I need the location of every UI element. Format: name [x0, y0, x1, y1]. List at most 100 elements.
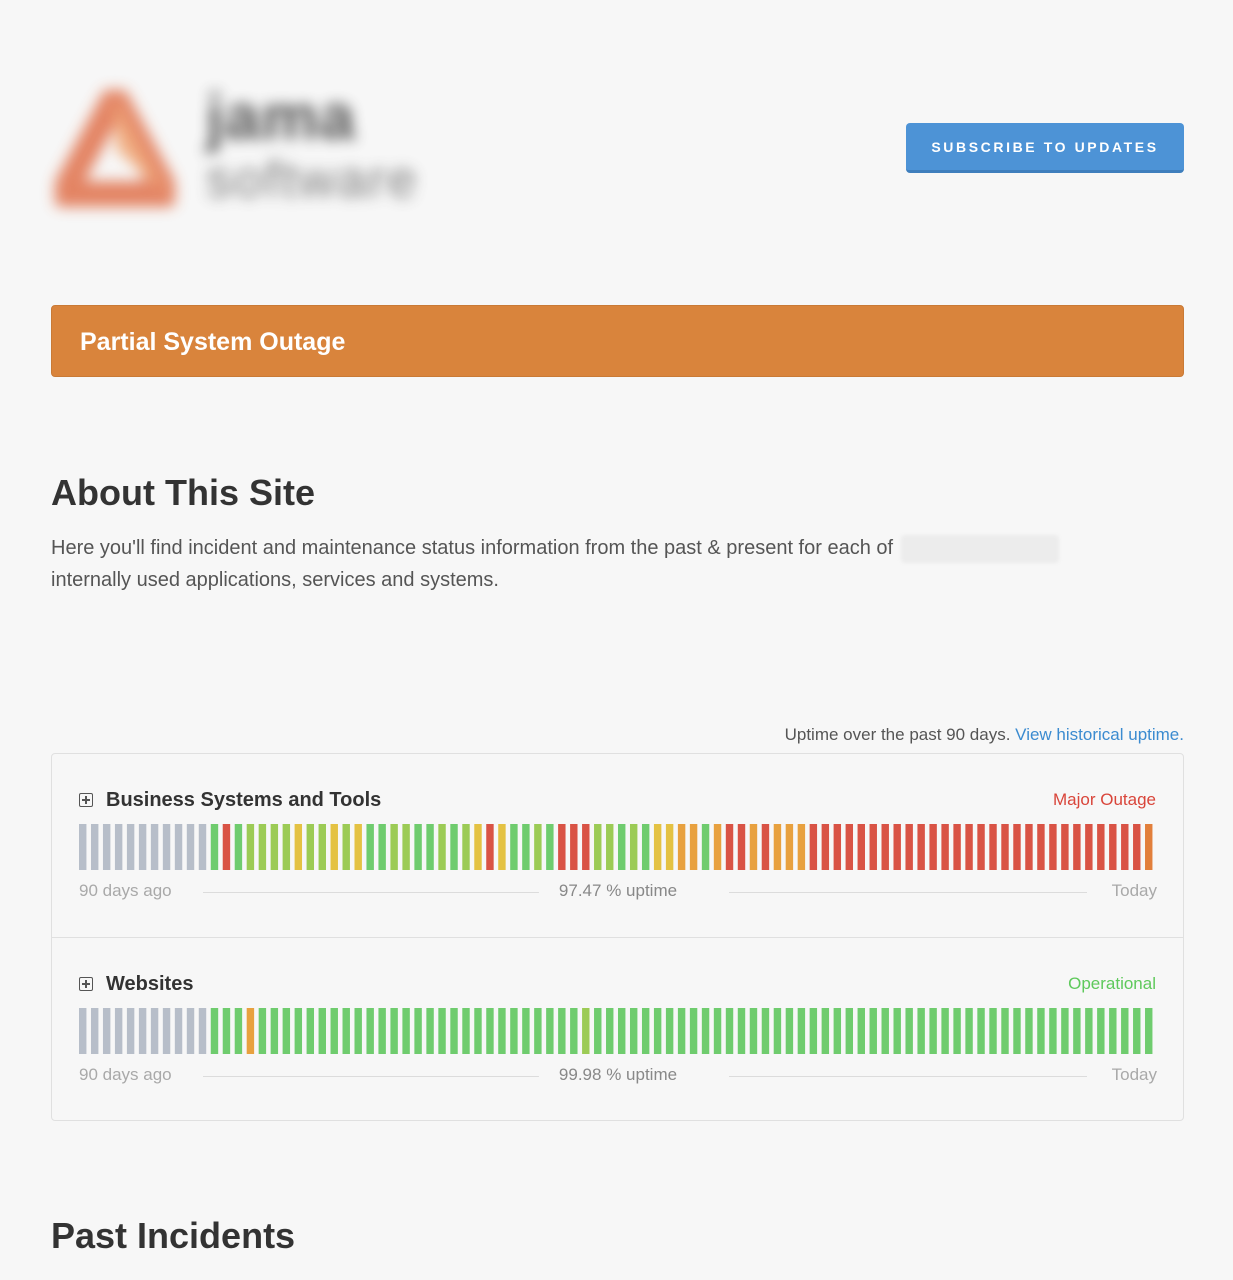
uptime-day-bar[interactable]: [1097, 1008, 1105, 1054]
uptime-day-bar[interactable]: [246, 1008, 255, 1054]
uptime-day-bar[interactable]: [1025, 1008, 1033, 1054]
uptime-day-bar[interactable]: [1013, 1008, 1021, 1054]
uptime-day-bar[interactable]: [270, 1008, 279, 1054]
uptime-day-bar[interactable]: [138, 824, 147, 870]
uptime-day-bar[interactable]: [797, 824, 806, 870]
uptime-day-bar[interactable]: [629, 1008, 638, 1054]
uptime-day-bar[interactable]: [210, 1008, 219, 1054]
uptime-day-bar[interactable]: [941, 824, 949, 870]
uptime-day-bar[interactable]: [546, 824, 554, 870]
uptime-day-bar[interactable]: [1049, 824, 1057, 870]
uptime-day-bar[interactable]: [977, 1008, 985, 1054]
uptime-day-bar[interactable]: [306, 824, 315, 870]
uptime-day-bar[interactable]: [258, 824, 267, 870]
uptime-day-bar[interactable]: [761, 1008, 770, 1054]
uptime-day-bar[interactable]: [677, 1008, 686, 1054]
uptime-day-bar[interactable]: [294, 824, 303, 870]
uptime-day-bar[interactable]: [522, 824, 530, 870]
uptime-day-bar[interactable]: [522, 1008, 530, 1054]
uptime-day-bar[interactable]: [905, 824, 913, 870]
uptime-day-bar[interactable]: [821, 1008, 830, 1054]
uptime-day-bar[interactable]: [701, 824, 710, 870]
subscribe-button[interactable]: SUBSCRIBE TO UPDATES: [906, 123, 1184, 173]
uptime-day-bar[interactable]: [114, 1008, 123, 1054]
uptime-day-bar[interactable]: [701, 1008, 710, 1054]
uptime-day-bar[interactable]: [869, 1008, 877, 1054]
uptime-day-bar[interactable]: [498, 1008, 506, 1054]
uptime-day-bar[interactable]: [905, 1008, 913, 1054]
uptime-day-bar[interactable]: [162, 824, 171, 870]
uptime-day-bar[interactable]: [426, 824, 434, 870]
uptime-day-bar[interactable]: [917, 1008, 925, 1054]
uptime-day-bar[interactable]: [1073, 1008, 1081, 1054]
uptime-day-bar[interactable]: [366, 1008, 374, 1054]
uptime-day-bar[interactable]: [546, 1008, 554, 1054]
uptime-day-bar[interactable]: [641, 824, 650, 870]
uptime-day-bar[interactable]: [414, 1008, 422, 1054]
uptime-day-bar[interactable]: [713, 1008, 722, 1054]
uptime-day-bar[interactable]: [977, 824, 985, 870]
uptime-day-bar[interactable]: [79, 824, 87, 870]
uptime-day-bar[interactable]: [534, 824, 542, 870]
uptime-day-bar[interactable]: [270, 824, 279, 870]
uptime-day-bar[interactable]: [1037, 1008, 1045, 1054]
uptime-day-bar[interactable]: [665, 824, 674, 870]
uptime-day-bar[interactable]: [665, 1008, 674, 1054]
uptime-day-bar[interactable]: [330, 1008, 338, 1054]
uptime-day-bar[interactable]: [1085, 1008, 1093, 1054]
uptime-day-bar[interactable]: [378, 1008, 386, 1054]
uptime-day-bar[interactable]: [618, 1008, 626, 1054]
uptime-day-bar[interactable]: [258, 1008, 267, 1054]
uptime-day-bar[interactable]: [390, 1008, 398, 1054]
uptime-day-bar[interactable]: [282, 824, 291, 870]
uptime-day-bar[interactable]: [354, 1008, 362, 1054]
uptime-day-bar[interactable]: [1013, 824, 1021, 870]
company-logo[interactable]: jama software: [51, 80, 511, 230]
uptime-day-bar[interactable]: [582, 824, 590, 870]
uptime-day-bar[interactable]: [737, 824, 746, 870]
uptime-day-bar[interactable]: [893, 824, 901, 870]
uptime-day-bar[interactable]: [713, 824, 722, 870]
uptime-day-bar[interactable]: [486, 824, 494, 870]
uptime-day-bar[interactable]: [833, 1008, 842, 1054]
uptime-day-bar[interactable]: [498, 824, 506, 870]
uptime-day-bar[interactable]: [438, 1008, 446, 1054]
uptime-day-bar[interactable]: [953, 824, 961, 870]
uptime-day-bar[interactable]: [785, 1008, 794, 1054]
uptime-day-bar[interactable]: [79, 1008, 87, 1054]
uptime-day-bar[interactable]: [114, 824, 123, 870]
uptime-day-bar[interactable]: [845, 824, 854, 870]
uptime-day-bar[interactable]: [402, 1008, 410, 1054]
uptime-day-bar[interactable]: [570, 824, 578, 870]
uptime-day-bar[interactable]: [833, 824, 842, 870]
uptime-day-bar[interactable]: [510, 824, 518, 870]
uptime-day-bar[interactable]: [90, 824, 99, 870]
uptime-day-bar[interactable]: [953, 1008, 961, 1054]
view-historical-uptime-link[interactable]: View historical uptime.: [1015, 725, 1184, 744]
uptime-day-bar[interactable]: [1121, 824, 1129, 870]
uptime-day-bar[interactable]: [90, 1008, 99, 1054]
uptime-day-bar[interactable]: [929, 1008, 937, 1054]
uptime-day-bar[interactable]: [210, 824, 219, 870]
uptime-day-bar[interactable]: [162, 1008, 171, 1054]
uptime-day-bar[interactable]: [965, 1008, 973, 1054]
uptime-day-bar[interactable]: [641, 1008, 650, 1054]
uptime-day-bar[interactable]: [138, 1008, 147, 1054]
uptime-day-bar[interactable]: [893, 1008, 901, 1054]
uptime-day-bar[interactable]: [689, 1008, 698, 1054]
uptime-day-bar[interactable]: [438, 824, 446, 870]
uptime-day-bar[interactable]: [821, 824, 830, 870]
uptime-day-bar[interactable]: [965, 824, 973, 870]
uptime-day-bar[interactable]: [282, 1008, 291, 1054]
uptime-day-bar[interactable]: [606, 1008, 614, 1054]
uptime-day-bar[interactable]: [1001, 824, 1009, 870]
uptime-day-bar[interactable]: [174, 824, 183, 870]
uptime-day-bar[interactable]: [1121, 1008, 1129, 1054]
uptime-day-bar[interactable]: [809, 824, 818, 870]
uptime-day-bar[interactable]: [318, 824, 326, 870]
uptime-day-bar[interactable]: [1061, 824, 1069, 870]
uptime-day-bar[interactable]: [941, 1008, 949, 1054]
uptime-day-bar[interactable]: [366, 824, 374, 870]
uptime-day-bar[interactable]: [989, 824, 997, 870]
uptime-day-bar[interactable]: [150, 1008, 159, 1054]
